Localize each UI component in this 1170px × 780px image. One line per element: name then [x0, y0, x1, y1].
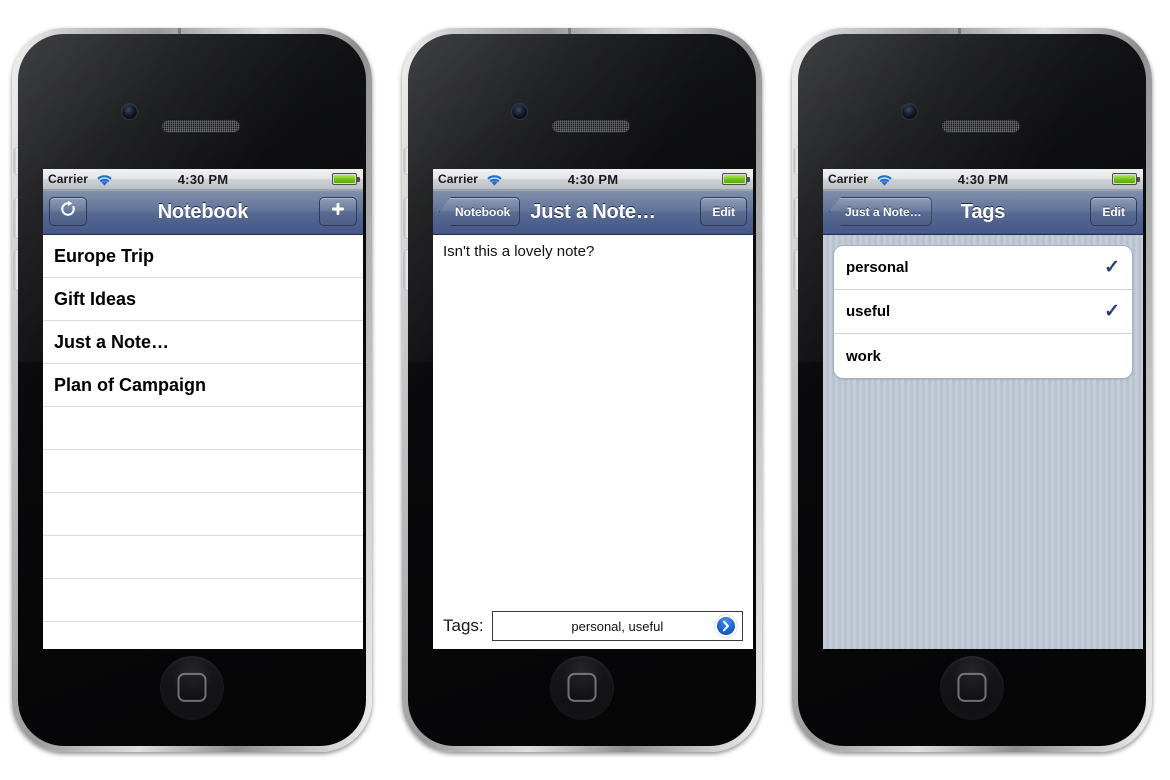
tag-label: useful: [846, 303, 891, 320]
home-square-icon: [567, 672, 597, 702]
edit-button-label: Edit: [1102, 204, 1125, 219]
edit-button[interactable]: Edit: [700, 197, 747, 226]
navigation-bar: Notebook: [43, 190, 363, 235]
navigation-bar: Just a Note… Tags Edit: [823, 190, 1143, 235]
home-button[interactable]: [940, 656, 1004, 720]
home-square-icon: [957, 672, 987, 702]
status-time: 4:30 PM: [177, 171, 229, 187]
note-editor: Isn't this a lovely note? Tags: personal…: [433, 235, 753, 649]
page-title: Just a Note…: [530, 200, 656, 223]
device-glass-front: Carrier 4:30 PM Notebook Just a Note… Ed…: [408, 34, 756, 746]
note-title: Just a Note…: [54, 331, 170, 352]
table-row[interactable]: Gift Ideas: [43, 278, 363, 321]
table-row-empty: [43, 536, 363, 579]
list-item[interactable]: work: [834, 334, 1132, 378]
table-row-empty: [43, 493, 363, 536]
battery-icon: [1112, 173, 1140, 185]
tags-label: Tags:: [443, 616, 484, 635]
tag-label: work: [846, 347, 882, 365]
refresh-button[interactable]: [49, 197, 87, 226]
battery-icon: [332, 173, 360, 185]
status-bar: Carrier 4:30 PM: [43, 169, 363, 190]
notes-table: Europe Trip Gift Ideas Just a Note… Plan…: [43, 235, 363, 649]
earpiece-speaker-icon: [942, 119, 1020, 132]
page-title: Tags: [960, 200, 1006, 223]
status-time: 4:30 PM: [957, 171, 1009, 187]
note-body-textarea[interactable]: Isn't this a lovely note?: [433, 235, 753, 601]
earpiece-speaker-icon: [552, 119, 630, 132]
tag-label: personal: [846, 259, 909, 276]
device-glass-front: Carrier 4:30 PM Notebook Europe Trip Gif…: [18, 34, 366, 746]
table-row[interactable]: Plan of Campaign: [43, 364, 363, 407]
edit-button[interactable]: Edit: [1090, 197, 1137, 226]
front-camera-icon: [512, 104, 527, 119]
battery-fill: [334, 175, 355, 183]
status-bar: Carrier 4:30 PM: [433, 169, 753, 190]
home-button[interactable]: [160, 656, 224, 720]
list-item[interactable]: personal ✓: [834, 246, 1132, 290]
earpiece-speaker-icon: [162, 119, 240, 132]
front-camera-icon: [902, 104, 917, 119]
tags-value: personal, useful: [571, 618, 664, 634]
table-row-empty: [43, 450, 363, 493]
edit-button-label: Edit: [712, 204, 735, 219]
battery-icon: [722, 173, 750, 185]
home-square-icon: [177, 672, 207, 702]
note-title: Europe Trip: [54, 245, 155, 266]
checkmark-icon: ✓: [1104, 257, 1120, 278]
screen-tags-list: Carrier 4:30 PM Just a Note… Tags Edit p…: [823, 169, 1143, 649]
table-row-empty: [43, 407, 363, 450]
back-button-label: Just a Note…: [845, 204, 922, 219]
table-row[interactable]: Europe Trip: [43, 235, 363, 278]
add-note-button[interactable]: [319, 197, 357, 226]
chevron-right-circle-icon[interactable]: [715, 615, 737, 637]
phone-device-tags-list: Carrier 4:30 PM Just a Note… Tags Edit p…: [788, 18, 1156, 762]
back-button-label: Notebook: [455, 204, 511, 219]
page-title: Notebook: [157, 200, 249, 223]
back-button-notebook[interactable]: Notebook: [439, 197, 521, 226]
status-bar: Carrier 4:30 PM: [823, 169, 1143, 190]
table-row[interactable]: Just a Note…: [43, 321, 363, 364]
list-item[interactable]: useful ✓: [834, 290, 1132, 334]
battery-fill: [724, 175, 745, 183]
table-row-empty: [43, 622, 363, 649]
tags-row: Tags: personal, useful: [433, 601, 753, 649]
note-title: Gift Ideas: [54, 288, 137, 309]
status-time: 4:30 PM: [567, 171, 619, 187]
refresh-icon: [59, 200, 77, 223]
back-button-note[interactable]: Just a Note…: [829, 197, 932, 226]
device-glass-front: Carrier 4:30 PM Just a Note… Tags Edit p…: [798, 34, 1146, 746]
phone-device-notebook-list: Carrier 4:30 PM Notebook Europe Trip Gif…: [8, 18, 376, 762]
screen-notebook-list: Carrier 4:30 PM Notebook Europe Trip Gif…: [43, 169, 363, 649]
tags-field[interactable]: personal, useful: [491, 611, 743, 641]
plus-icon: [329, 200, 347, 223]
note-title: Plan of Campaign: [54, 374, 207, 395]
tags-grouped-background: personal ✓ useful ✓ work: [823, 235, 1143, 649]
front-camera-icon: [122, 104, 137, 119]
battery-fill: [1114, 175, 1135, 183]
home-button[interactable]: [550, 656, 614, 720]
table-row-empty: [43, 579, 363, 622]
navigation-bar: Notebook Just a Note… Edit: [433, 190, 753, 235]
phone-device-note-detail: Carrier 4:30 PM Notebook Just a Note… Ed…: [398, 18, 766, 762]
screen-note-detail: Carrier 4:30 PM Notebook Just a Note… Ed…: [433, 169, 753, 649]
checkmark-icon: ✓: [1104, 301, 1120, 322]
tags-group: personal ✓ useful ✓ work: [833, 245, 1133, 379]
